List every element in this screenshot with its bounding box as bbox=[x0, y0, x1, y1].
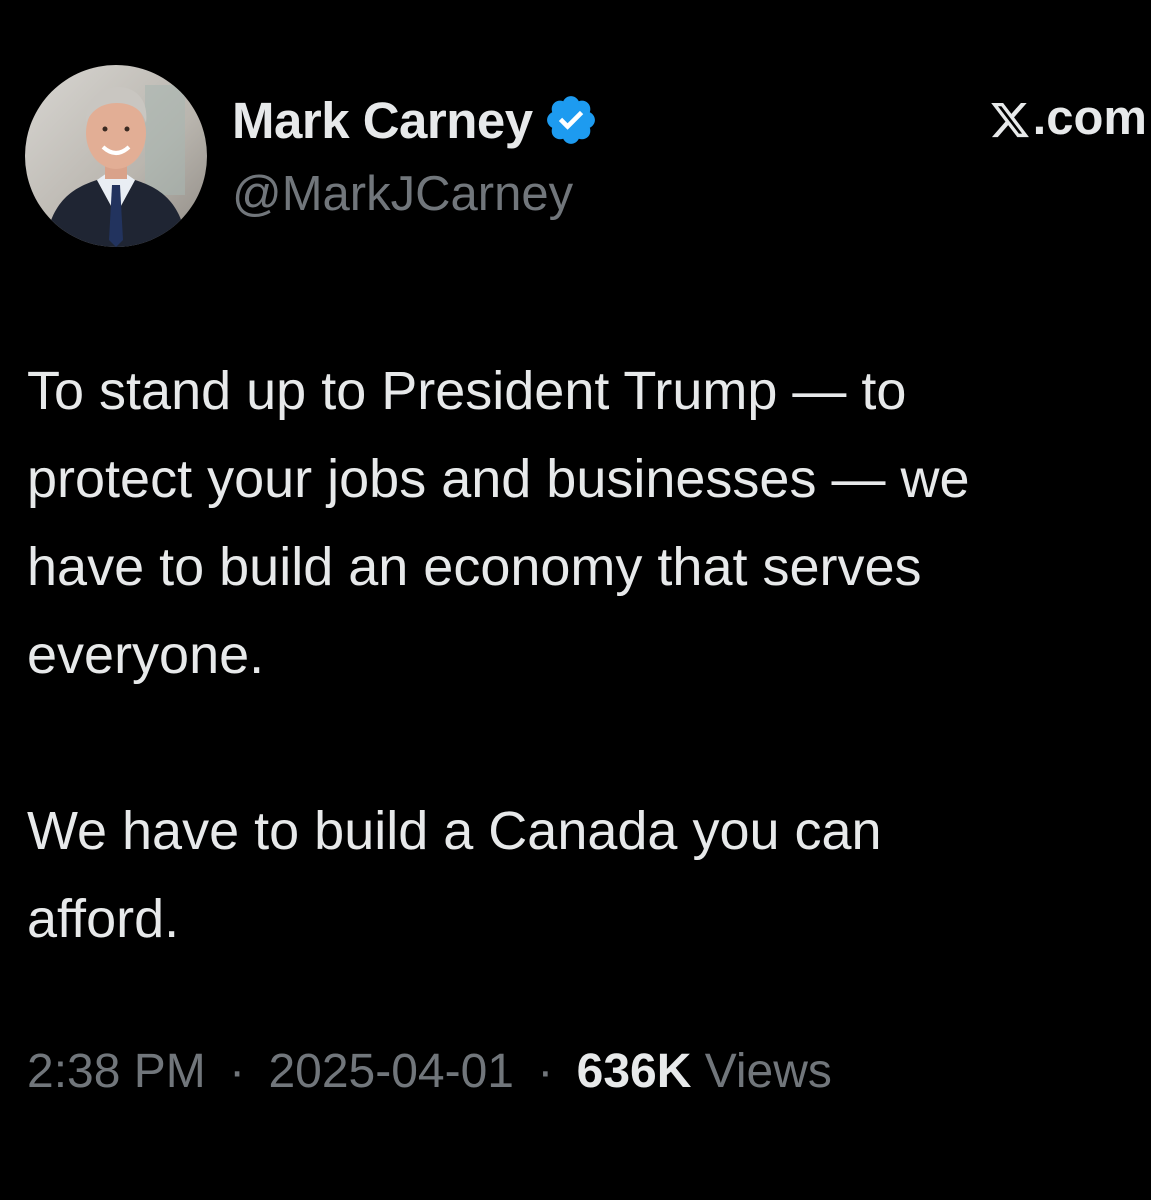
views-count[interactable]: 636K bbox=[577, 1045, 692, 1098]
avatar[interactable] bbox=[25, 65, 207, 247]
meta-separator: · bbox=[537, 1045, 554, 1098]
tweet-line: To stand up to President Trump — to bbox=[27, 361, 907, 421]
tweet-line: protect your jobs and businesses — we bbox=[27, 449, 970, 509]
verified-badge-icon bbox=[543, 92, 599, 148]
display-name[interactable]: Mark Carney bbox=[232, 91, 533, 150]
tweet-card: Mark Carney @MarkJCarney .com To stand u… bbox=[0, 0, 1151, 1200]
tweet-text: To stand up to President Trump — to prot… bbox=[27, 347, 1151, 963]
tweet-line: We have to build a Canada you can bbox=[27, 801, 882, 861]
profile-photo bbox=[25, 65, 207, 247]
site-watermark: .com bbox=[989, 90, 1147, 146]
views-label: Views bbox=[704, 1045, 832, 1098]
tweet-line: afford. bbox=[27, 889, 180, 949]
tweet-date[interactable]: 2025-04-01 bbox=[268, 1045, 514, 1098]
tweet-meta: 2:38 PM · 2025-04-01 · 636K Views bbox=[27, 1044, 832, 1099]
author-name-row[interactable]: Mark Carney bbox=[232, 88, 599, 152]
tweet-line: everyone. bbox=[27, 625, 265, 685]
x-logo-icon bbox=[989, 97, 1031, 139]
meta-separator: · bbox=[229, 1045, 246, 1098]
tweet-time[interactable]: 2:38 PM bbox=[27, 1045, 206, 1098]
site-label: .com bbox=[1032, 91, 1147, 145]
tweet-line: have to build an economy that serves bbox=[27, 537, 922, 597]
author-handle[interactable]: @MarkJCarney bbox=[232, 166, 573, 222]
